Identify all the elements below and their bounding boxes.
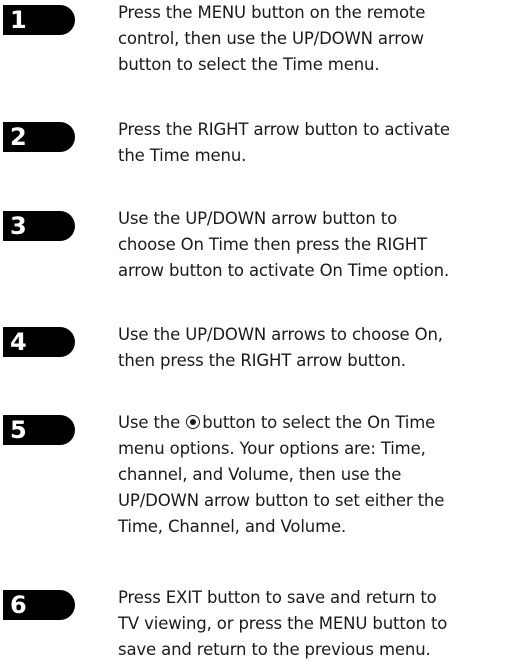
instruction-line: save and return to the previous menu.	[118, 640, 431, 659]
instruction-line: UP/DOWN arrow button to set either the	[118, 491, 445, 510]
instruction-line: channel, and Volume, then use the	[118, 465, 402, 484]
step-number: 1	[10, 6, 27, 34]
step-number-badge: 6	[3, 590, 75, 620]
step-number: 2	[10, 123, 27, 151]
step-number-badge: 1	[3, 5, 75, 35]
step-instruction: Press EXIT button to save and return to …	[118, 585, 512, 663]
instruction-line: Use the button to select the On Time	[118, 410, 512, 436]
instruction-line: Press the MENU button on the remote	[118, 3, 426, 22]
step-number-badge: 2	[3, 122, 75, 152]
step-number-badge: 5	[3, 415, 75, 445]
step-instruction: Press the RIGHT arrow button to activate…	[118, 117, 512, 169]
instruction-line: Time, Channel, and Volume.	[118, 517, 347, 536]
instruction-line: button to select the Time menu.	[118, 55, 380, 74]
step-number: 5	[10, 416, 27, 444]
step-number: 6	[10, 591, 27, 619]
step-number: 4	[10, 328, 27, 356]
target-button-icon	[186, 415, 201, 429]
step-instruction: Use the UP/DOWN arrows to choose On, the…	[118, 322, 512, 374]
instruction-line: control, then use the UP/DOWN arrow	[118, 29, 424, 48]
instruction-line: arrow button to activate On Time option.	[118, 261, 450, 280]
instruction-line: the Time menu.	[118, 146, 247, 165]
instruction-line: Press the RIGHT arrow button to activate	[118, 120, 450, 139]
step-number-badge: 3	[3, 211, 75, 241]
instruction-text: Use the	[118, 413, 181, 432]
step-number-badge: 4	[3, 327, 75, 357]
step-instruction: Press the MENU button on the remote cont…	[118, 0, 512, 78]
step-instruction: Use the UP/DOWN arrow button to choose O…	[118, 206, 512, 284]
instruction-line: Use the UP/DOWN arrow button to	[118, 209, 398, 228]
instruction-line: Use the UP/DOWN arrows to choose On,	[118, 325, 443, 344]
instruction-line: choose On Time then press the RIGHT	[118, 235, 427, 254]
instruction-line: then press the RIGHT arrow button.	[118, 351, 406, 370]
step-instruction: Use the button to select the On Time men…	[118, 410, 512, 540]
step-number: 3	[10, 212, 27, 240]
instruction-line: Press EXIT button to save and return to	[118, 588, 437, 607]
instruction-line: TV viewing, or press the MENU button to	[118, 614, 448, 633]
instruction-text: button to select the On Time	[202, 413, 436, 432]
instruction-line: menu options. Your options are: Time,	[118, 439, 426, 458]
